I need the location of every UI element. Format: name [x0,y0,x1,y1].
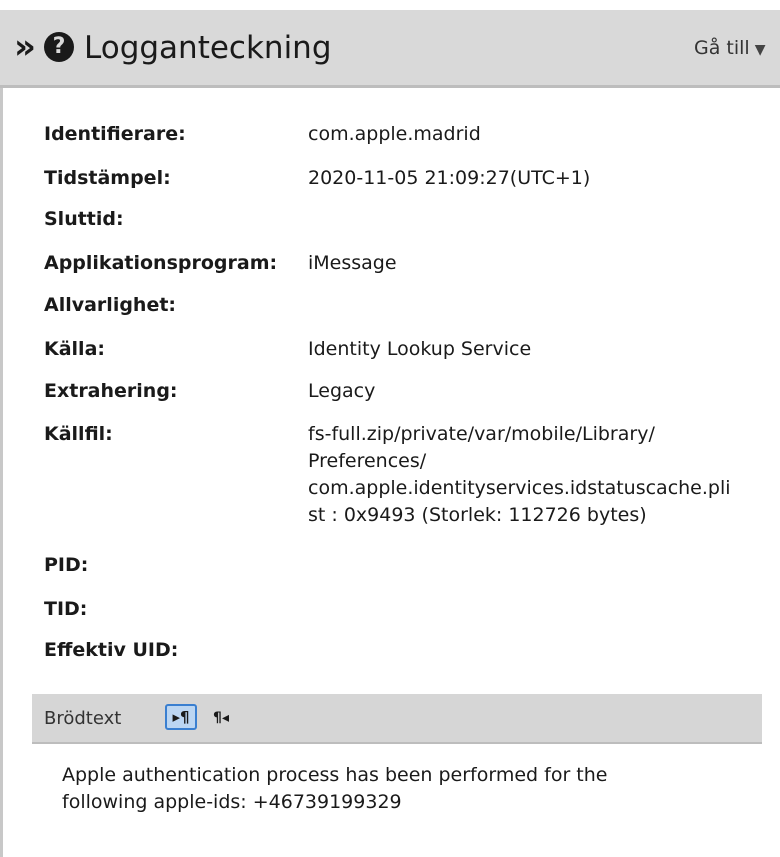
body-text-content: Apple authentication process has been pe… [62,762,752,816]
field-label-tid: TID: [44,598,88,620]
field-value-application: iMessage [308,252,397,274]
body-text-label: Brödtext [44,708,122,729]
field-label-source-file: Källfil: [44,423,113,445]
field-label-source: Källa: [44,338,105,360]
rtl-direction-icon[interactable]: ¶◂ [208,706,234,730]
body-text-line: following apple-ids: +46739199329 [62,791,402,813]
panel-left-border [0,88,3,857]
source-file-line: com.apple.identityservices.idstatuscache… [308,477,731,499]
field-value-identifier: com.apple.madrid [308,123,481,145]
field-value-timestamp: 2020-11-05 21:09:27(UTC+1) [308,167,591,189]
field-label-extraction: Extrahering: [44,380,178,402]
goto-dropdown[interactable]: Gå till ▼ [694,34,765,64]
field-value-source-file: fs-full.zip/private/var/mobile/Library/ … [308,421,778,529]
field-label-application: Applikationsprogram: [44,252,278,274]
help-icon[interactable]: ? [44,32,74,62]
body-text-toolbar: Brödtext ▸¶ ¶◂ [32,694,762,744]
field-label-timestamp: Tidstämpel: [44,167,171,189]
source-file-line: Preferences/ [308,450,427,472]
top-strip [0,0,780,10]
source-file-line: fs-full.zip/private/var/mobile/Library/ [308,423,655,445]
collapse-panel-icon[interactable]: » [14,30,40,64]
field-label-effective-uid: Effektiv UID: [44,639,179,661]
ltr-direction-icon[interactable]: ▸¶ [165,704,197,730]
goto-label: Gå till [694,37,750,59]
source-file-line: st : 0x9493 (Storlek: 112726 bytes) [308,504,647,526]
panel-title: Logganteckning [84,30,332,66]
field-value-source: Identity Lookup Service [308,338,532,360]
body-text-line: Apple authentication process has been pe… [62,764,608,786]
field-label-severity: Allvarlighet: [44,294,177,316]
field-label-identifier: Identifierare: [44,123,186,145]
panel-header: » ? Logganteckning Gå till ▼ [0,10,780,88]
chevron-down-icon: ▼ [754,42,766,58]
field-label-end-time: Sluttid: [44,208,124,230]
field-value-extraction: Legacy [308,380,376,402]
field-label-pid: PID: [44,554,89,576]
